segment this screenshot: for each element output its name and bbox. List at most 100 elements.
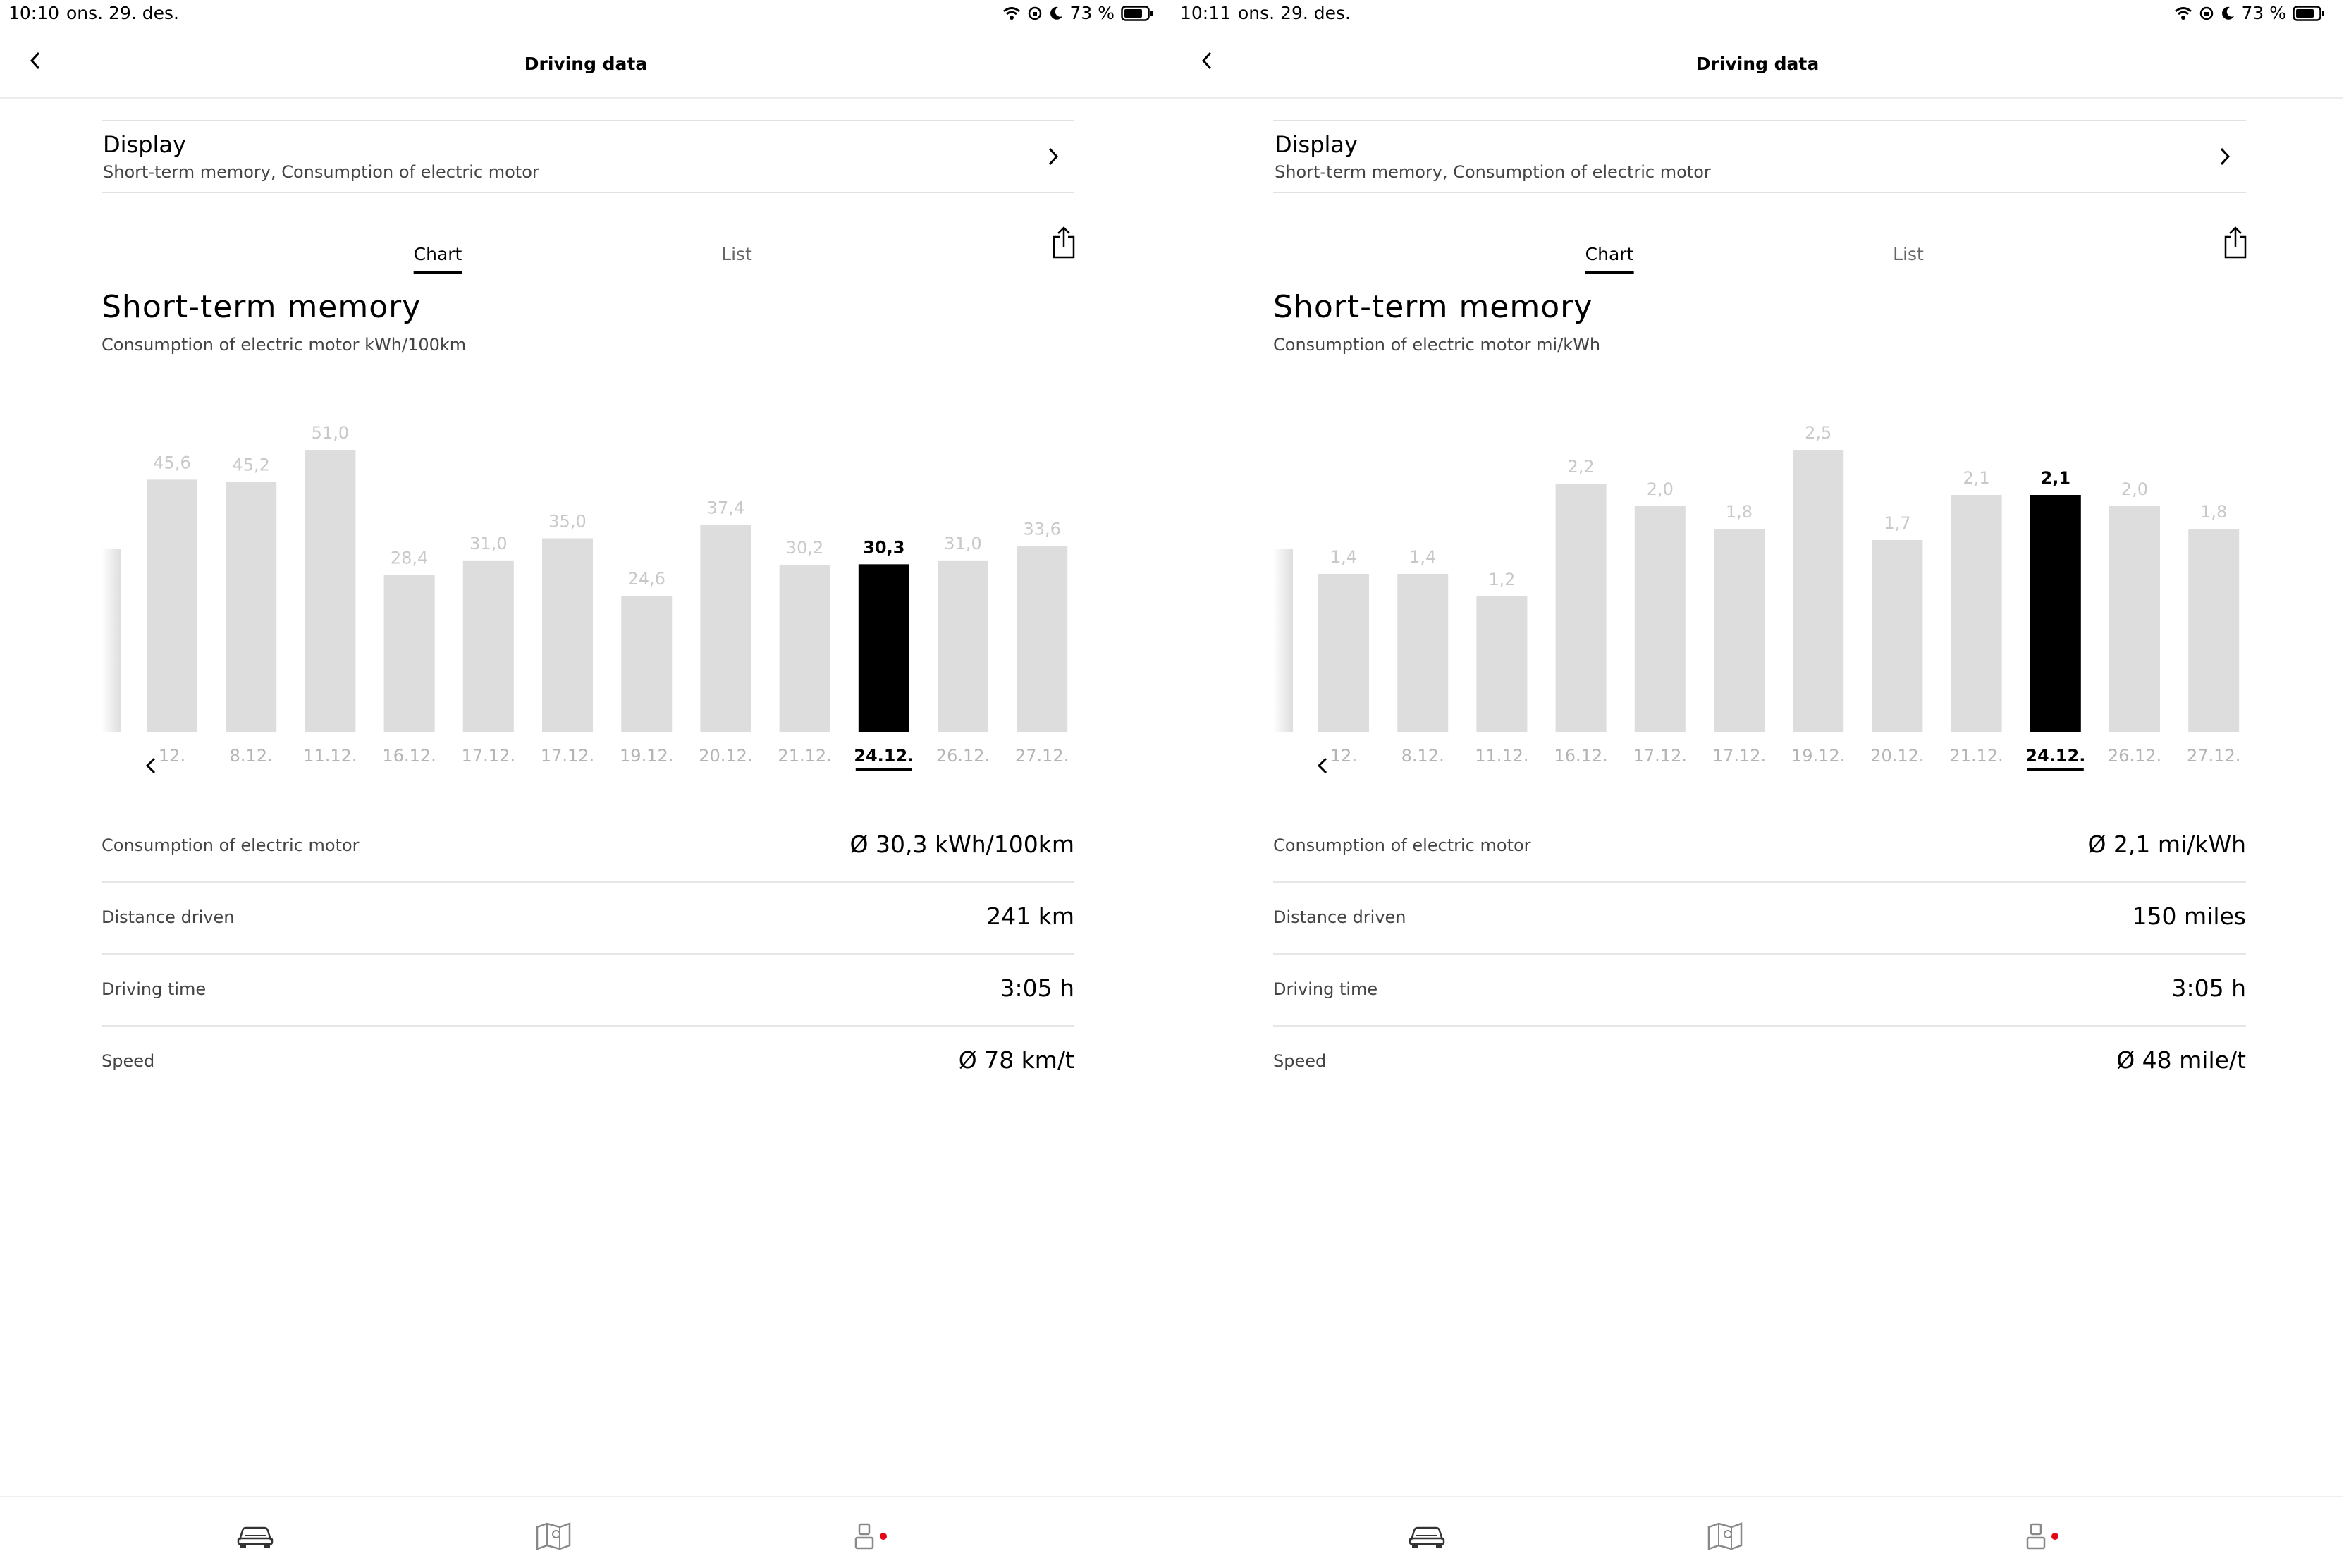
screen-left: 10:10 ons. 29. des. 73 % Driving data Di… — [0, 0, 1172, 1568]
tab-profile[interactable] — [2015, 1520, 2058, 1555]
x-tick-label: 19.12. — [620, 746, 673, 766]
bar-value-label: 2,2 — [1568, 457, 1595, 477]
chart-bar — [1318, 574, 1369, 732]
map-icon — [535, 1521, 572, 1554]
stat-row-speed: Speed Ø 78 km/t — [102, 1027, 1074, 1098]
battery-icon — [2293, 5, 2325, 22]
stat-label: Driving time — [1273, 979, 1378, 999]
bar-value-label: 1,4 — [1330, 547, 1357, 567]
bar-value-label: 28,4 — [391, 548, 428, 568]
stat-label: Driving time — [102, 979, 207, 999]
stat-row-distance: Distance driven 241 km — [102, 883, 1074, 955]
x-tick-label: 26.12. — [2108, 746, 2161, 766]
wifi-icon — [2174, 6, 2192, 21]
x-tick-label: 12. — [159, 746, 185, 766]
selected-tick-underline — [2027, 768, 2084, 771]
chart-bar-selected — [858, 564, 909, 732]
stat-value: 150 miles — [2132, 902, 2246, 930]
x-tick-label: 19.12. — [1791, 746, 1845, 766]
bar-value-label: 30,3 — [863, 537, 904, 557]
share-icon — [1052, 226, 1076, 262]
tab-map[interactable] — [532, 1520, 575, 1555]
section-heading: Short-term memory — [1273, 289, 1593, 325]
profile-icon — [854, 1522, 875, 1553]
status-date: ons. 29. des. — [1238, 3, 1351, 23]
tab-list[interactable]: List — [1893, 244, 1924, 271]
bar-value-label: 1,8 — [2200, 502, 2227, 522]
stat-label: Consumption of electric motor — [102, 835, 360, 855]
chart-bar — [1714, 529, 1765, 732]
tab-chart[interactable]: Chart — [1585, 244, 1634, 274]
x-tick-label: 16.12. — [382, 746, 436, 766]
chart-bar — [938, 560, 988, 732]
bar-value-label: 33,6 — [1023, 519, 1060, 539]
bottom-tab-bar — [1172, 1496, 2343, 1568]
status-time: 10:11 — [1180, 3, 1232, 23]
screen-right: 10:11 ons. 29. des. 73 % Driving data Di… — [1172, 0, 2343, 1568]
stat-row-distance: Distance driven 150 miles — [1273, 883, 2246, 955]
nav-bar: Driving data — [0, 35, 1172, 99]
display-label: Display — [1275, 131, 1358, 158]
x-tick-label: 17.12. — [541, 746, 594, 766]
bar-value-label: 30,2 — [786, 538, 823, 558]
x-tick-label: 21.12. — [778, 746, 831, 766]
chevron-left-icon[interactable] — [145, 757, 156, 774]
tab-profile[interactable] — [843, 1520, 887, 1555]
status-time: 10:10 — [8, 3, 60, 23]
x-tick-label: 17.12. — [462, 746, 515, 766]
chevron-left-icon[interactable] — [1317, 757, 1327, 774]
stats-list: Consumption of electric motor Ø 30,3 kWh… — [102, 811, 1074, 1098]
share-button[interactable] — [2220, 223, 2251, 265]
stats-list: Consumption of electric motor Ø 2,1 mi/k… — [1273, 811, 2246, 1098]
selected-tick-underline — [855, 768, 912, 771]
bar-value-label: 37,4 — [707, 498, 744, 518]
display-label: Display — [103, 131, 186, 158]
stat-label: Distance driven — [1273, 907, 1406, 927]
section-heading: Short-term memory — [102, 289, 422, 325]
chart-bar — [1555, 484, 1607, 732]
stat-value: 3:05 h — [2171, 974, 2246, 1002]
chart-bar — [1793, 450, 1844, 732]
x-tick-label: 21.12. — [1949, 746, 2003, 766]
tab-vehicle[interactable] — [1406, 1520, 1448, 1555]
x-tick-label: 20.12. — [699, 746, 752, 766]
tab-chart[interactable]: Chart — [413, 244, 462, 274]
car-icon — [237, 1524, 274, 1551]
stat-label: Distance driven — [102, 907, 235, 927]
display-selector[interactable]: Display Short-term memory, Consumption o… — [102, 120, 1074, 193]
car-icon — [1409, 1524, 1445, 1551]
tab-vehicle[interactable] — [234, 1520, 276, 1555]
profile-icon — [2025, 1522, 2047, 1553]
stat-row-driving-time: Driving time 3:05 h — [1273, 955, 2246, 1027]
bar-value-label: 24,6 — [627, 569, 665, 589]
stat-row-consumption: Consumption of electric motor Ø 2,1 mi/k… — [1273, 811, 2246, 883]
bar-value-label: 31,0 — [944, 534, 981, 553]
bar-chart: 1,4 12. 1,4 8.12. 1,2 11.12. 2,2 16.12. 2,0 17.12… — [1273, 423, 2240, 774]
stat-row-speed: Speed Ø 48 mile/t — [1273, 1027, 2246, 1098]
x-tick-label: 11.12. — [303, 746, 357, 766]
stat-label: Speed — [102, 1051, 155, 1071]
x-tick-label: 24.12. — [854, 746, 914, 766]
stat-row-consumption: Consumption of electric motor Ø 30,3 kWh… — [102, 811, 1074, 883]
partial-bar — [102, 549, 121, 732]
bar-value-label: 2,1 — [1963, 468, 1990, 488]
chart-bar-selected — [2030, 495, 2081, 732]
wifi-icon — [1002, 6, 1021, 21]
chart-bar — [542, 538, 593, 732]
tab-map[interactable] — [1704, 1520, 1746, 1555]
tab-list[interactable]: List — [721, 244, 752, 271]
bar-value-label: 2,1 — [2041, 468, 2071, 488]
section-subheading: Consumption of electric motor mi/kWh — [1273, 335, 1601, 355]
chart-bar — [226, 482, 277, 732]
stat-value: 3:05 h — [1000, 974, 1074, 1002]
share-icon — [2223, 226, 2247, 262]
page-title: Driving data — [524, 54, 648, 74]
orientation-lock-icon — [2199, 6, 2214, 21]
bar-value-label: 45,2 — [232, 455, 269, 474]
battery-percent: 73 % — [2241, 3, 2286, 23]
share-button[interactable] — [1048, 223, 1079, 265]
bar-value-label: 1,8 — [1726, 502, 1753, 522]
display-selector[interactable]: Display Short-term memory, Consumption o… — [1273, 120, 2246, 193]
chart-bar — [621, 596, 673, 732]
x-tick-label: 20.12. — [1870, 746, 1924, 766]
